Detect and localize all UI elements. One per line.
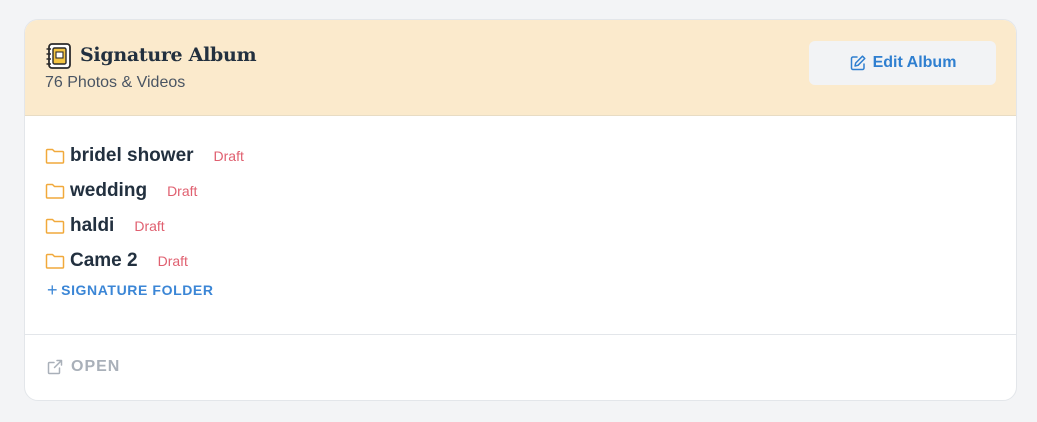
folder-icon <box>45 252 65 270</box>
draft-badge: Draft <box>157 252 188 269</box>
folder-name: wedding <box>70 179 148 201</box>
folder-item[interactable]: Came 2 Draft <box>45 243 244 278</box>
folder-name: Came 2 <box>70 249 138 271</box>
folder-icon <box>45 182 65 200</box>
edit-album-label: Edit Album <box>872 54 957 71</box>
draft-badge: Draft <box>213 147 244 164</box>
folder-name: haldi <box>70 214 115 236</box>
add-signature-folder-label: SIGNATURE FOLDER <box>61 282 214 298</box>
album-item-count: 76 Photos & Videos <box>45 74 186 91</box>
folder-name: bridel shower <box>70 144 194 166</box>
open-label: OPEN <box>71 358 121 375</box>
external-link-icon <box>46 358 64 376</box>
album-header: Signature Album 76 Photos & Videos Edit … <box>25 20 1016 116</box>
folder-list: bridel shower Draft wedding Draft haldi … <box>45 138 244 278</box>
add-signature-folder-button[interactable]: + SIGNATURE FOLDER <box>47 280 214 300</box>
edit-album-button[interactable]: Edit Album <box>809 41 996 85</box>
folder-item[interactable]: bridel shower Draft <box>45 138 244 173</box>
album-book-icon <box>45 42 73 70</box>
folder-icon <box>45 147 65 165</box>
folder-icon <box>45 217 65 235</box>
draft-badge: Draft <box>134 217 165 234</box>
draft-badge: Draft <box>167 182 198 199</box>
open-album-button[interactable]: OPEN <box>46 358 120 376</box>
edit-icon <box>849 54 867 72</box>
album-card: Signature Album 76 Photos & Videos Edit … <box>24 19 1017 401</box>
plus-icon: + <box>47 280 59 300</box>
album-title: Signature Album <box>80 44 257 66</box>
folder-item[interactable]: haldi Draft <box>45 208 244 243</box>
folder-item[interactable]: wedding Draft <box>45 173 244 208</box>
footer-divider <box>25 334 1016 335</box>
